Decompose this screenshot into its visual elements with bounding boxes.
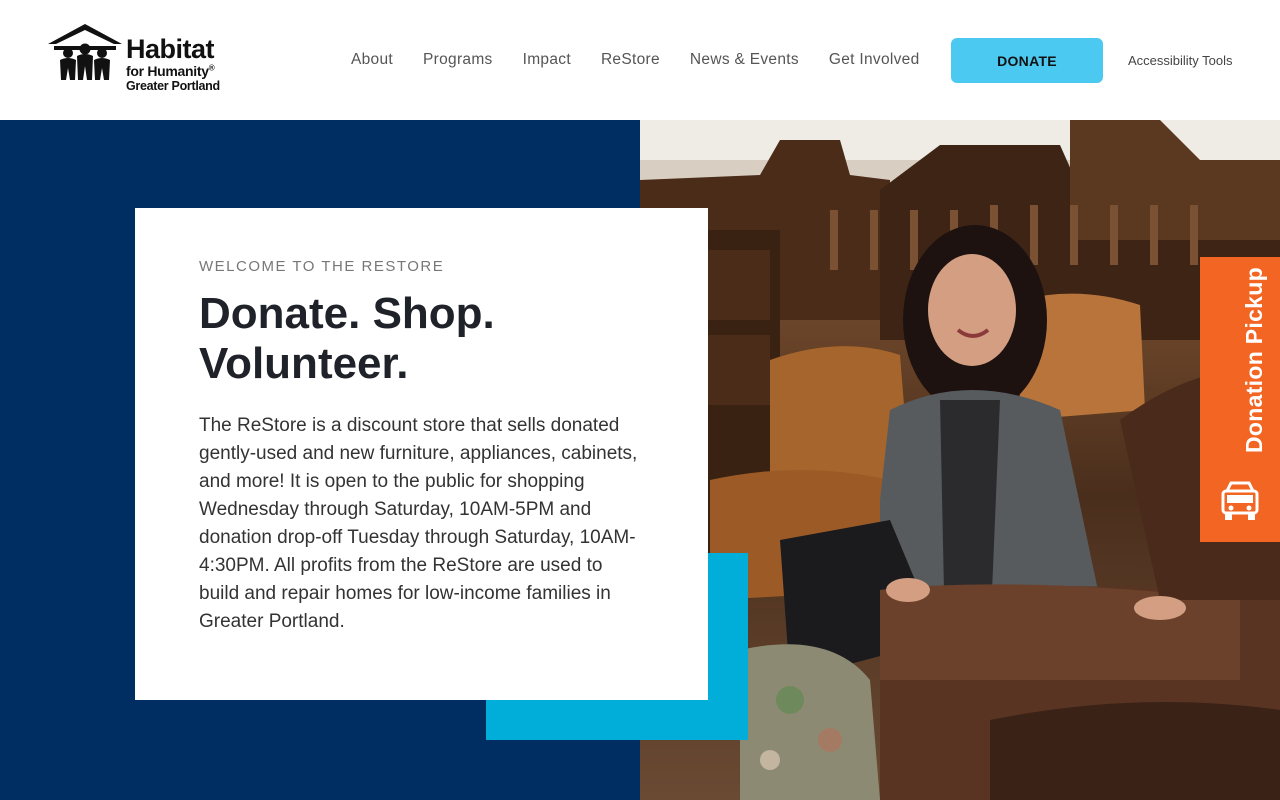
logo-subtitle: for Humanity® <box>126 64 220 78</box>
donate-button[interactable]: DONATE <box>951 38 1103 83</box>
hero-headline: Donate. Shop. Volunteer. <box>199 289 644 389</box>
nav-restore[interactable]: ReStore <box>586 51 675 69</box>
hero-headline-line1: Donate. Shop. <box>199 289 495 338</box>
truck-icon <box>1221 481 1259 520</box>
welcome-card: WELCOME TO THE RESTORE Donate. Shop. Vol… <box>135 208 708 700</box>
logo-title: Habitat <box>126 34 215 64</box>
main-nav: About Programs Impact ReStore News & Eve… <box>336 38 935 82</box>
logo-wordmark: Habitat for Humanity® Greater Portland <box>126 36 220 93</box>
habitat-logo[interactable]: Habitat for Humanity® Greater Portland <box>48 22 238 100</box>
accessibility-tools-link[interactable]: Accessibility Tools <box>1128 53 1233 68</box>
habitat-house-logo-icon <box>48 24 122 80</box>
logo-subtitle-text: for Humanity <box>126 63 209 79</box>
hero-description: The ReStore is a discount store that sel… <box>199 415 638 632</box>
hero-headline-line2: Volunteer. <box>199 339 409 388</box>
nav-about[interactable]: About <box>336 51 408 69</box>
logo-region: Greater Portland <box>126 79 220 93</box>
donation-pickup-tab[interactable]: Donation Pickup <box>1200 257 1280 542</box>
nav-impact[interactable]: Impact <box>508 51 586 69</box>
site-header: Habitat for Humanity® Greater Portland A… <box>0 0 1280 120</box>
registered-mark: ® <box>208 63 215 73</box>
nav-programs[interactable]: Programs <box>408 51 508 69</box>
nav-news-events[interactable]: News & Events <box>675 51 814 69</box>
welcome-eyebrow: WELCOME TO THE RESTORE <box>199 258 445 275</box>
donation-pickup-label: Donation Pickup <box>1241 267 1267 453</box>
nav-get-involved[interactable]: Get Involved <box>814 51 935 69</box>
